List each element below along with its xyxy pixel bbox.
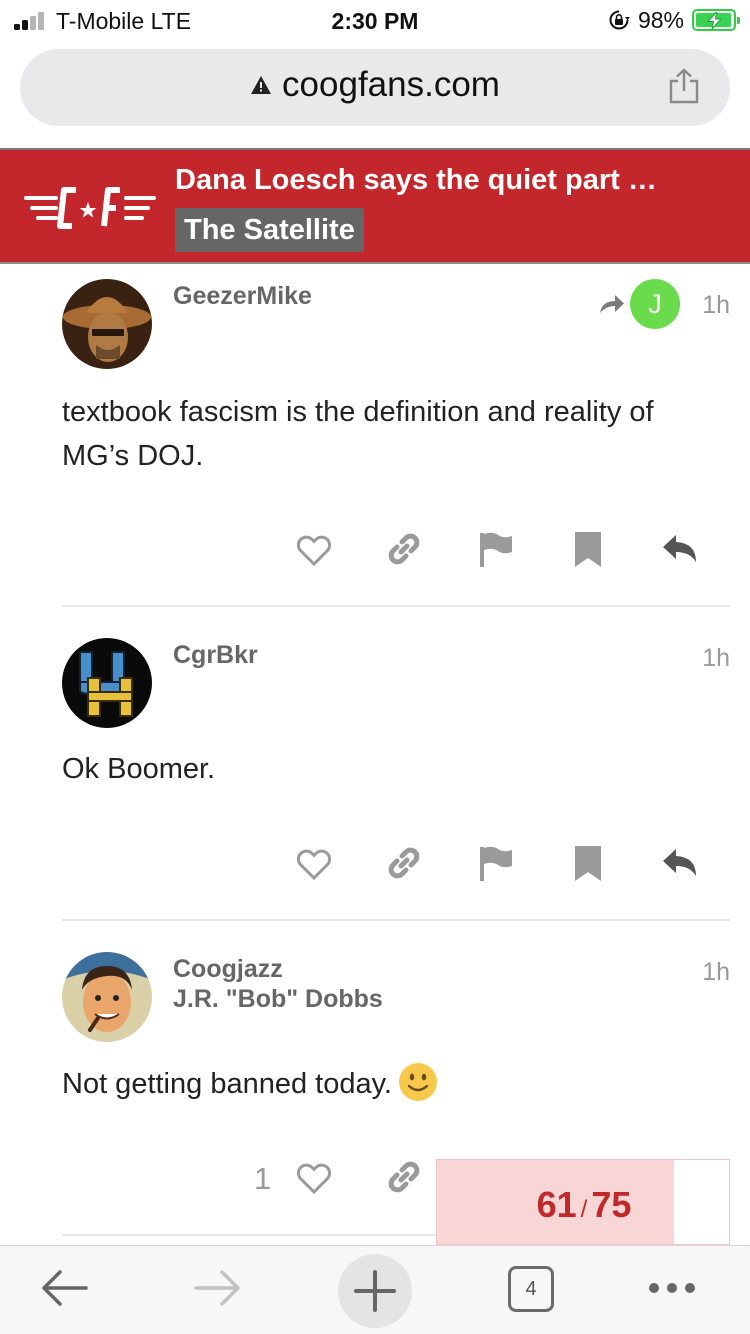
bookmark-icon[interactable] [568,529,608,569]
status-right: 98% [608,6,740,33]
post-body: Ok Boomer. [62,747,215,791]
progress-text[interactable]: 61/75 [437,1184,731,1226]
heart-icon[interactable] [294,1157,334,1197]
topic-title[interactable]: Dana Loesch says the quiet part … [175,164,657,197]
smile-emoji [399,1063,437,1101]
new-tab-button[interactable] [338,1254,412,1328]
post: CgrBkr 1h Ok Boomer. [62,638,730,898]
post-line: Not getting banned today. [62,1068,392,1100]
post-line: textbook fascism is the definition and r… [62,396,654,428]
progress-total: 75 [591,1184,632,1225]
heart-icon[interactable] [294,843,334,883]
status-bar: T-Mobile LTE 2:30 PM 98% [0,0,750,42]
browser-toolbar: 4 [0,1245,750,1334]
post-time[interactable]: 1h [702,291,730,320]
post-body: textbook fascism is the definition and r… [62,390,654,478]
topic-progress[interactable]: 61/75 [436,1159,730,1245]
charging-bolt-icon [706,12,723,29]
orientation-lock-icon [609,10,630,30]
reply-icon[interactable] [660,843,700,883]
post-line: MG’s DOJ. [62,440,204,472]
topic-banner[interactable]: Dana Loesch says the quiet part … The Sa… [0,148,750,264]
username[interactable]: Coogjazz [173,955,283,984]
post-actions [294,843,714,887]
share-icon[interactable] [668,68,700,104]
battery-icon [692,9,740,31]
avatar[interactable] [62,279,152,369]
reply-to-icon[interactable] [598,293,626,315]
flag-icon[interactable] [476,843,516,883]
like-count[interactable]: 1 [254,1161,271,1197]
battery-percent: 98% [637,6,684,33]
progress-current: 61 [536,1184,577,1225]
link-icon[interactable] [384,529,424,569]
post-divider [62,919,730,921]
more-icon[interactable] [642,1258,702,1318]
username[interactable]: GeezerMike [173,282,312,311]
url-display[interactable]: coogfans.com [20,65,730,105]
progress-separator: / [580,1196,588,1223]
link-icon[interactable] [384,1157,424,1197]
forward-icon[interactable] [188,1258,248,1318]
bookmark-icon[interactable] [568,843,608,883]
post-divider [62,605,730,607]
reply-icon[interactable] [660,529,700,569]
address-bar[interactable]: coogfans.com [20,49,730,126]
user-title: J.R. "Bob" Dobbs [173,985,383,1013]
post: GeezerMike J 1h textbook fascism is the … [62,279,730,579]
link-icon[interactable] [384,843,424,883]
heart-icon[interactable] [294,529,334,569]
post-line: Ok Boomer. [62,753,216,785]
category-badge[interactable]: The Satellite [175,208,364,252]
post-time[interactable]: 1h [702,644,730,673]
back-icon[interactable] [34,1258,94,1318]
reply-to-avatar[interactable]: J [630,279,680,329]
post-actions [294,529,714,573]
post-body: Not getting banned today. [62,1062,438,1106]
warning-icon [251,76,272,94]
post-time[interactable]: 1h [702,958,730,987]
plus-icon [354,1270,396,1312]
tabs-icon[interactable]: 4 [508,1266,554,1312]
avatar[interactable] [62,638,152,728]
avatar[interactable] [62,952,152,1042]
username[interactable]: CgrBkr [173,641,258,670]
site-logo[interactable] [22,180,158,236]
flag-icon[interactable] [476,529,516,569]
url-text[interactable]: coogfans.com [282,65,500,105]
